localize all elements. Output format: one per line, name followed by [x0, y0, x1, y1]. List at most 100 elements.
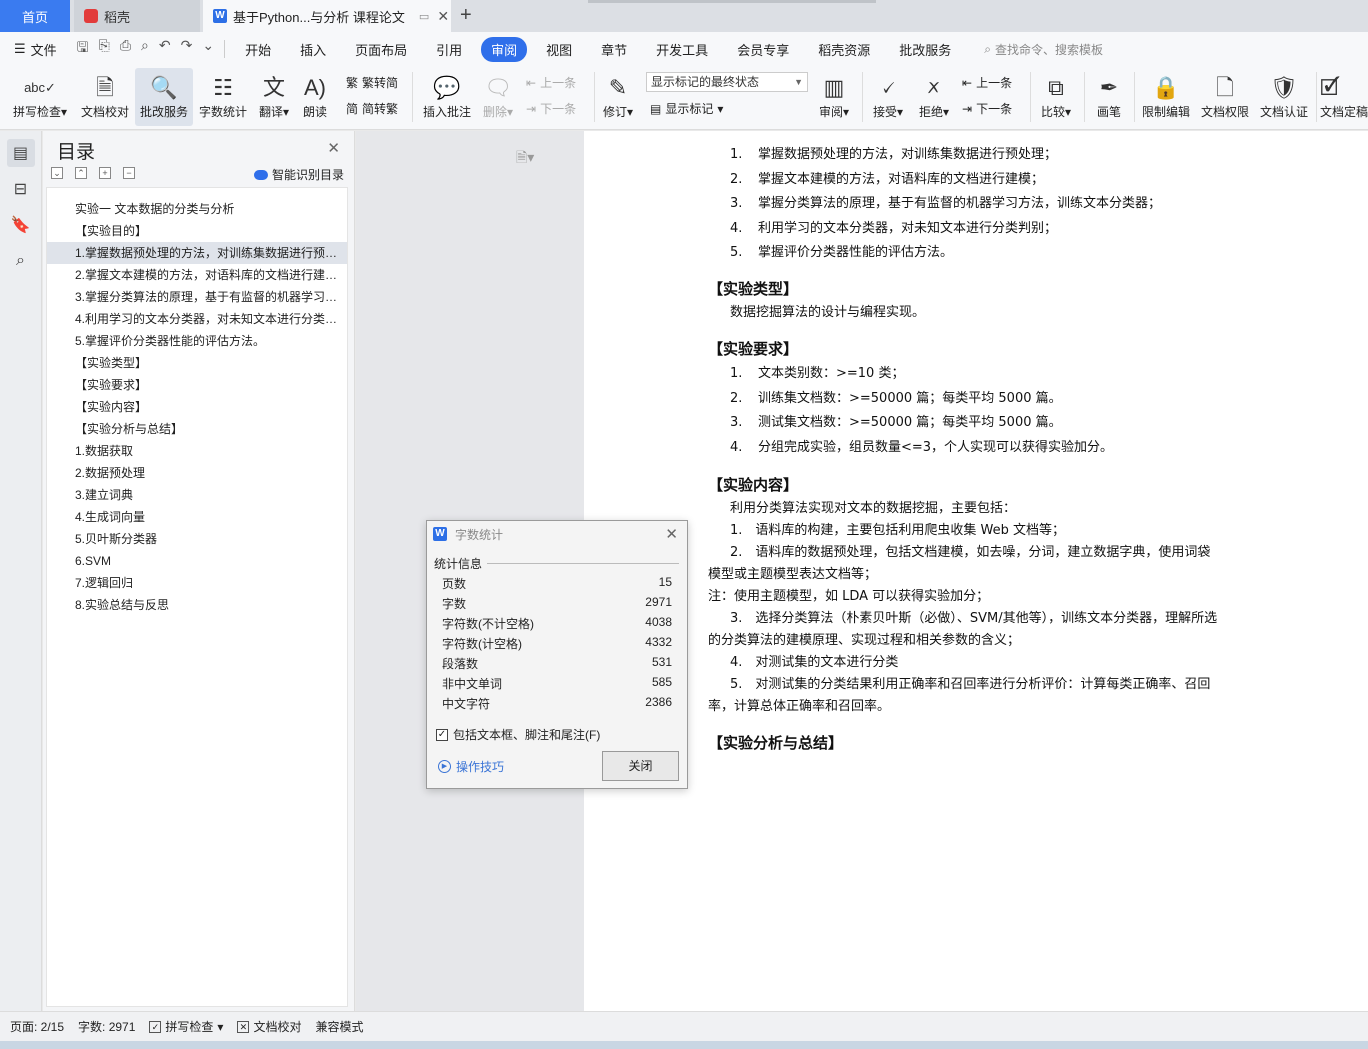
toc-item[interactable]: 4.利用学习的文本分类器，对未知文本进行分类判别；: [47, 308, 347, 330]
tab-home[interactable]: 首页: [0, 0, 70, 32]
smart-toc-button[interactable]: 智能识别目录: [253, 166, 344, 183]
print-icon[interactable]: ⎙: [120, 37, 131, 61]
redo-icon[interactable]: ↷: [181, 37, 193, 61]
proofread-status[interactable]: ✕ 文档校对: [237, 1018, 301, 1035]
content-item-1: 1. 语料库的构建，主要包括利用爬虫收集 Web 文档等；: [730, 523, 1066, 539]
menu-tab-daoke-resources[interactable]: 稻壳资源: [808, 37, 880, 62]
bookmark-icon[interactable]: 🔖: [7, 211, 35, 239]
document-page[interactable]: 1. 掌握数据预处理的方法，对训练集数据进行预处理； 2. 掌握文本建模的方法，对语料…: [584, 131, 1368, 1011]
menu-tab-references[interactable]: 引用: [426, 37, 472, 62]
review-ribbon: abc✓ 拼写检查▾ 🗎 文档校对 🔍 批改服务 ☷ 字数统计 文 翻译▾ A)…: [0, 66, 1368, 130]
accept-button[interactable]: 🗸 接受▾: [868, 68, 908, 126]
toc-item[interactable]: 5.掌握评价分类器性能的评估方法。: [47, 330, 347, 352]
toc-item[interactable]: 8.实验总结与反思: [47, 594, 347, 616]
reject-button[interactable]: 🗴 拒绝▾: [914, 68, 954, 126]
customize-chevron-icon[interactable]: ⌄: [202, 37, 214, 61]
review-pane-button[interactable]: ▥ 审阅▾: [814, 68, 854, 126]
trad-to-simp-button[interactable]: 繁 繁转简: [346, 74, 398, 91]
toc-item[interactable]: 6.SVM: [47, 550, 347, 572]
page-view-icon[interactable]: 🗎▾: [516, 147, 534, 171]
menu-tab-view[interactable]: 视图: [536, 37, 582, 62]
toc-item[interactable]: 4.生成词向量: [47, 506, 347, 528]
doc-permission-button[interactable]: 🗋 文档权限: [1198, 68, 1252, 126]
read-aloud-icon: A): [304, 75, 326, 100]
hamburger-icon: ☰: [14, 41, 26, 56]
toc-item[interactable]: 实验一 文本数据的分类与分析: [47, 198, 347, 220]
file-menu-button[interactable]: ☰ 文件: [14, 40, 57, 59]
menu-tab-review[interactable]: 审阅: [481, 36, 528, 62]
expand-all-icon[interactable]: ⌃: [75, 167, 87, 179]
next-change-button[interactable]: ⇥ 下一条: [962, 100, 1012, 117]
menu-tab-member[interactable]: 会员专享: [727, 37, 799, 62]
review-service-button[interactable]: 🔍 批改服务: [135, 68, 193, 126]
tab-pin-icon[interactable]: ▭: [419, 10, 429, 23]
page-indicator[interactable]: 页面: 2/15: [10, 1018, 64, 1035]
close-icon[interactable]: ✕: [665, 525, 678, 543]
spellcheck-button[interactable]: abc✓ 拼写检查▾: [8, 68, 72, 126]
toc-item[interactable]: 5.贝叶斯分类器: [47, 528, 347, 550]
command-search[interactable]: ⌕ 查找命令、搜索模板: [984, 41, 1103, 58]
toc-item[interactable]: 【实验要求】: [47, 374, 347, 396]
close-button[interactable]: 关闭: [602, 751, 679, 781]
tips-link[interactable]: ▶ 操作技巧: [438, 758, 504, 775]
menu-tab-review-service[interactable]: 批改服务: [889, 37, 961, 62]
close-icon[interactable]: ✕: [327, 139, 340, 157]
doc-finalize-button[interactable]: 🗹 文档定稿: [1320, 68, 1368, 126]
menu-tab-section[interactable]: 章节: [591, 37, 637, 62]
stats-label: 字符数(不计空格): [442, 617, 534, 631]
simp-to-trad-button[interactable]: 简 简转繁: [346, 100, 398, 117]
read-aloud-button[interactable]: A) 朗读: [298, 68, 332, 126]
tab-daoke[interactable]: 稻壳: [74, 0, 200, 32]
toc-item[interactable]: 2.掌握文本建模的方法，对语料库的文档进行建模；: [47, 264, 347, 286]
print-preview-icon[interactable]: ⌕: [141, 37, 149, 61]
dialog-title-bar[interactable]: W 字数统计: [427, 521, 687, 547]
toc-item[interactable]: 【实验类型】: [47, 352, 347, 374]
translate-button[interactable]: 文 翻译▾: [254, 68, 294, 126]
show-markup-button[interactable]: ▤ 显示标记 ▾: [650, 100, 723, 117]
toc-item[interactable]: 7.逻辑回归: [47, 572, 347, 594]
delete-comment-button[interactable]: 🗨 删除▾: [480, 68, 516, 126]
tab-close-icon[interactable]: ✕: [437, 8, 449, 25]
collapse-all-icon[interactable]: ⌄: [51, 167, 63, 179]
new-tab-button[interactable]: +: [460, 4, 472, 27]
menu-tab-insert[interactable]: 插入: [290, 37, 336, 62]
toc-item[interactable]: 【实验分析与总结】: [47, 418, 347, 440]
tab-document[interactable]: W 基于Python...与分析 课程论文 ▭ ✕: [203, 0, 451, 32]
compare-button[interactable]: ⧉ 比较▾: [1036, 68, 1076, 126]
wordcount-button[interactable]: ☷ 字数统计: [196, 68, 250, 126]
toc-item[interactable]: 【实验内容】: [47, 396, 347, 418]
toc-item[interactable]: 1.掌握数据预处理的方法，对训练集数据进行预处理；: [47, 242, 347, 264]
undo-icon[interactable]: ↶: [159, 37, 171, 61]
insert-comment-button[interactable]: 💬 插入批注: [420, 68, 474, 126]
prev-change-button[interactable]: ⇤ 上一条: [962, 74, 1012, 91]
pen-button[interactable]: ✒ 画笔: [1090, 68, 1128, 126]
compare-icon: ⧉: [1048, 75, 1064, 100]
proofread-button[interactable]: 🗎 文档校对: [76, 68, 134, 126]
menu-tab-start[interactable]: 开始: [235, 37, 281, 62]
spellcheck-toggle[interactable]: ✓ 拼写检查 ▾: [149, 1018, 223, 1035]
remove-heading-icon[interactable]: −: [123, 167, 135, 179]
export-pdf-icon[interactable]: ⎘: [99, 37, 110, 61]
markup-state-select[interactable]: 显示标记的最终状态 ▼: [646, 72, 808, 92]
toc-item[interactable]: 1.数据获取: [47, 440, 347, 462]
doc-auth-button[interactable]: 🛡 文档认证: [1256, 68, 1312, 126]
outline-icon[interactable]: ▤: [6, 139, 35, 167]
chapter-icon[interactable]: ⊟: [7, 175, 35, 203]
include-textbox-checkbox[interactable]: ✓ 包括文本框、脚注和尾注(F): [436, 726, 600, 743]
prev-comment-button[interactable]: ⇤ 上一条: [526, 74, 576, 91]
next-comment-button[interactable]: ⇥ 下一条: [526, 100, 576, 117]
track-changes-button[interactable]: ✎ 修订▾: [598, 68, 638, 126]
menu-tab-layout[interactable]: 页面布局: [345, 37, 417, 62]
menu-tab-developer[interactable]: 开发工具: [646, 37, 718, 62]
toc-item[interactable]: 3.建立词典: [47, 484, 347, 506]
content-item-2-line2: 模型或主题模型表达文档等；: [708, 567, 878, 583]
word-count-indicator[interactable]: 字数: 2971: [78, 1018, 135, 1035]
toc-item[interactable]: 【实验目的】: [47, 220, 347, 242]
toc-item[interactable]: 2.数据预处理: [47, 462, 347, 484]
restrict-editing-button[interactable]: 🔒 限制编辑: [1138, 68, 1194, 126]
save-icon[interactable]: 🖫: [77, 37, 89, 61]
add-heading-icon[interactable]: +: [99, 167, 111, 179]
search-icon[interactable]: ⌕: [7, 247, 35, 275]
toc-item[interactable]: 3.掌握分类算法的原理，基于有监督的机器学习方法，训练文本分类器；: [47, 286, 347, 308]
delete-comment-icon: 🗨: [484, 75, 512, 100]
